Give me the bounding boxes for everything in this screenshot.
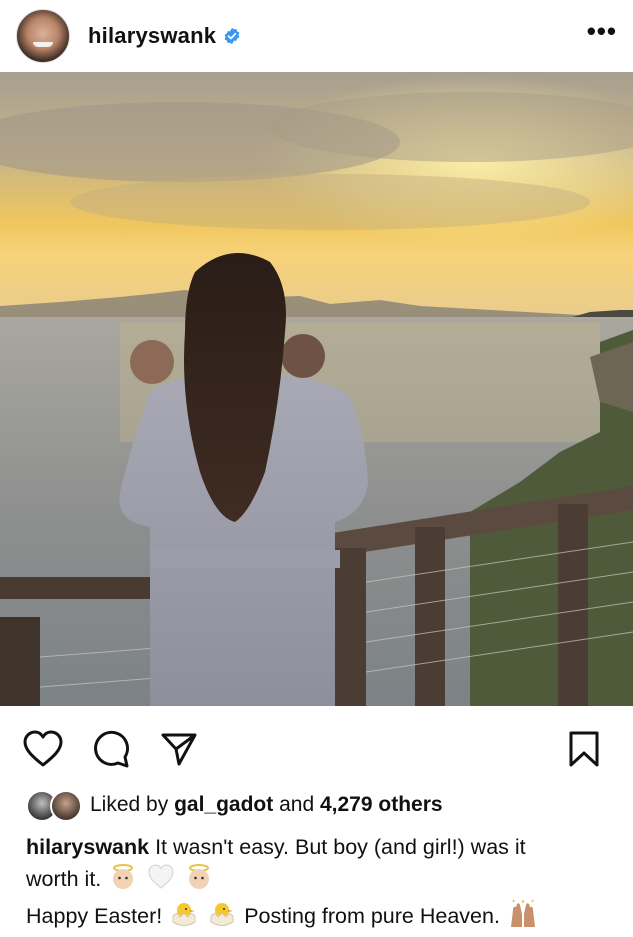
action-bar (0, 706, 633, 786)
caption-text: Posting from pure Heaven. (244, 904, 500, 928)
comment-icon[interactable] (92, 730, 130, 773)
likes-prefix: Liked by (90, 793, 169, 816)
hatching-chick-icon (208, 900, 236, 937)
caption-text: Happy Easter! (26, 904, 163, 928)
avatar (50, 790, 82, 822)
raising-hands-icon (508, 899, 538, 937)
liker-username-link[interactable]: gal_gadot (174, 793, 273, 817)
baby-angel-icon (109, 863, 137, 900)
likes-and: and (279, 793, 315, 816)
more-options-button[interactable]: ••• (587, 18, 617, 54)
username-link[interactable]: hilaryswank (88, 23, 216, 49)
caption-text: worth it. (26, 867, 102, 891)
caption-username-link[interactable]: hilaryswank (26, 835, 149, 859)
caption: hilaryswank It wasn't easy. But boy (and… (26, 832, 611, 937)
bookmark-icon[interactable] (567, 730, 601, 773)
baby-angel-icon (185, 863, 213, 900)
verified-badge-icon (223, 27, 241, 45)
hatching-chick-icon (170, 900, 198, 937)
likes-others-link[interactable]: 4,279 others (320, 793, 443, 817)
caption-text: It wasn't easy. But boy (and girl!) was … (155, 835, 526, 859)
white-heart-icon (147, 863, 175, 900)
likes-summary[interactable]: Liked by gal_gadot and 4,279 others (26, 788, 443, 822)
post-header: hilaryswank ••• (0, 0, 633, 72)
heart-icon[interactable] (23, 730, 63, 773)
avatar[interactable] (16, 9, 70, 63)
liker-avatars (26, 790, 82, 822)
paper-plane-icon[interactable] (160, 730, 198, 773)
post-photo[interactable] (0, 72, 633, 706)
